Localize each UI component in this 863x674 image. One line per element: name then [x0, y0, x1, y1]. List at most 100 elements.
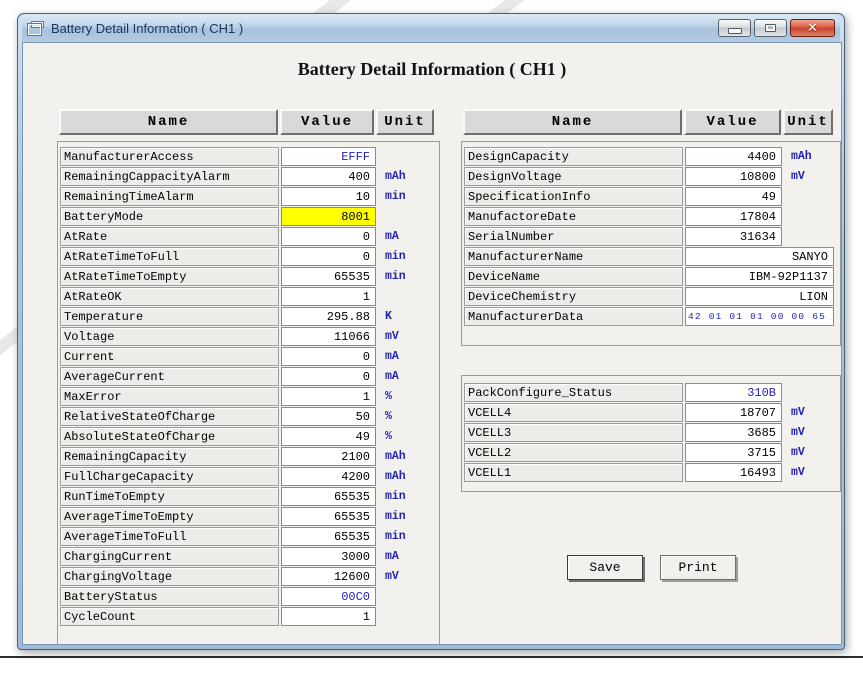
param-name: BatteryStatus: [60, 587, 279, 606]
param-value-field[interactable]: 295.88: [281, 307, 376, 326]
close-button[interactable]: ✕: [790, 19, 835, 37]
param-unit: mV: [784, 423, 834, 442]
param-unit: mV: [378, 327, 432, 346]
param-unit: mAh: [378, 467, 432, 486]
param-value-field[interactable]: 0: [281, 247, 376, 266]
param-value-field[interactable]: 1: [281, 287, 376, 306]
title-bar[interactable]: Battery Detail Information ( CH1 ) ✕: [22, 14, 840, 42]
print-button[interactable]: Print: [660, 555, 736, 580]
param-value-field[interactable]: 0: [281, 227, 376, 246]
param-value-field[interactable]: 0: [281, 347, 376, 366]
param-unit: %: [378, 427, 432, 446]
save-button[interactable]: Save: [567, 555, 643, 580]
param-value-field[interactable]: 1: [281, 607, 376, 626]
param-value-field[interactable]: 10800: [685, 167, 782, 186]
table-row: Voltage11066mV: [60, 327, 432, 346]
column-header-unit: Unit: [376, 109, 434, 135]
param-value-field[interactable]: 4400: [685, 147, 782, 166]
param-name: Voltage: [60, 327, 279, 346]
param-name: DesignVoltage: [464, 167, 683, 186]
minimize-icon: [728, 28, 742, 34]
minimize-button[interactable]: [718, 19, 751, 37]
table-row: FullChargeCapacity4200mAh: [60, 467, 432, 486]
param-value-field[interactable]: SANYO: [685, 247, 834, 266]
table-row: ChargingVoltage12600mV: [60, 567, 432, 586]
param-name: VCELL4: [464, 403, 683, 422]
param-value-field[interactable]: 18707: [685, 403, 782, 422]
param-value-field[interactable]: 16493: [685, 463, 782, 482]
param-value-field[interactable]: 1: [281, 387, 376, 406]
table-row: RelativeStateOfCharge50%: [60, 407, 432, 426]
table-row: RemainingCapacity2100mAh: [60, 447, 432, 466]
param-name: AbsoluteStateOfCharge: [60, 427, 279, 446]
param-unit: mA: [378, 367, 432, 386]
param-name: CycleCount: [60, 607, 279, 626]
param-value-field[interactable]: 3715: [685, 443, 782, 462]
table-row: DesignVoltage10800mV: [464, 167, 834, 186]
param-value-field[interactable]: 49: [685, 187, 782, 206]
param-value-field[interactable]: 11066: [281, 327, 376, 346]
param-unit: %: [378, 387, 432, 406]
param-name: AtRate: [60, 227, 279, 246]
param-value-field[interactable]: 3685: [685, 423, 782, 442]
param-name: AverageTimeToFull: [60, 527, 279, 546]
param-unit: min: [378, 187, 432, 206]
right-top-table: DesignCapacity4400mAhDesignVoltage10800m…: [464, 147, 834, 327]
param-value-field[interactable]: 2100: [281, 447, 376, 466]
maximize-button[interactable]: [754, 19, 787, 37]
param-unit: min: [378, 507, 432, 526]
param-value-field[interactable]: 310B: [685, 383, 782, 402]
param-value-field[interactable]: 10: [281, 187, 376, 206]
param-value-field[interactable]: 0: [281, 367, 376, 386]
param-value-field[interactable]: 49: [281, 427, 376, 446]
param-unit: %: [378, 407, 432, 426]
table-row: AtRate0mA: [60, 227, 432, 246]
param-value-field[interactable]: 12600: [281, 567, 376, 586]
param-name: RunTimeToEmpty: [60, 487, 279, 506]
param-value-field[interactable]: 00C0: [281, 587, 376, 606]
battery-detail-window: Battery Detail Information ( CH1 ) ✕ Bat…: [17, 13, 845, 650]
table-row: CycleCount1: [60, 607, 432, 626]
param-value-field[interactable]: 65535: [281, 527, 376, 546]
param-value-field[interactable]: 50: [281, 407, 376, 426]
param-name: VCELL1: [464, 463, 683, 482]
param-name: Current: [60, 347, 279, 366]
param-unit: [784, 227, 834, 246]
param-name: ManufacturerData: [464, 307, 683, 326]
column-header-unit: Unit: [783, 109, 833, 135]
param-value-field[interactable]: 4200: [281, 467, 376, 486]
close-icon: ✕: [807, 22, 818, 35]
table-row: ManufacturerAccessEFFF: [60, 147, 432, 166]
param-value-field[interactable]: EFFF: [281, 147, 376, 166]
column-header-value: Value: [280, 109, 374, 135]
window-form-icon: [28, 22, 43, 34]
left-table-header: Name Value Unit: [59, 109, 434, 135]
param-value-field[interactable]: 17804: [685, 207, 782, 226]
param-name: BatteryMode: [60, 207, 279, 226]
table-row: AverageCurrent0mA: [60, 367, 432, 386]
param-value-field[interactable]: 65535: [281, 507, 376, 526]
param-value-field[interactable]: 65535: [281, 267, 376, 286]
left-table: ManufacturerAccessEFFFRemainingCappacity…: [60, 147, 432, 627]
param-value-field[interactable]: 31634: [685, 227, 782, 246]
param-unit: mAh: [378, 447, 432, 466]
param-value-field[interactable]: 8001: [281, 207, 376, 226]
param-unit: min: [378, 527, 432, 546]
param-name: ChargingCurrent: [60, 547, 279, 566]
param-name: FullChargeCapacity: [60, 467, 279, 486]
param-value-field[interactable]: 3000: [281, 547, 376, 566]
param-value-field[interactable]: IBM-92P1137: [685, 267, 834, 286]
param-name: Temperature: [60, 307, 279, 326]
param-unit: min: [378, 247, 432, 266]
param-unit: mV: [784, 167, 834, 186]
table-row: ManufacturerNameSANYO: [464, 247, 834, 266]
param-unit: mV: [784, 443, 834, 462]
param-unit: mAh: [784, 147, 834, 166]
param-value-field[interactable]: 65535: [281, 487, 376, 506]
param-unit: mAh: [378, 167, 432, 186]
param-value-field[interactable]: 400: [281, 167, 376, 186]
param-unit: [784, 187, 834, 206]
param-value-field[interactable]: 42 01 01 01 00 00 65: [685, 307, 834, 326]
table-row: ManufacturerData42 01 01 01 00 00 65: [464, 307, 834, 326]
param-value-field[interactable]: LION: [685, 287, 834, 306]
